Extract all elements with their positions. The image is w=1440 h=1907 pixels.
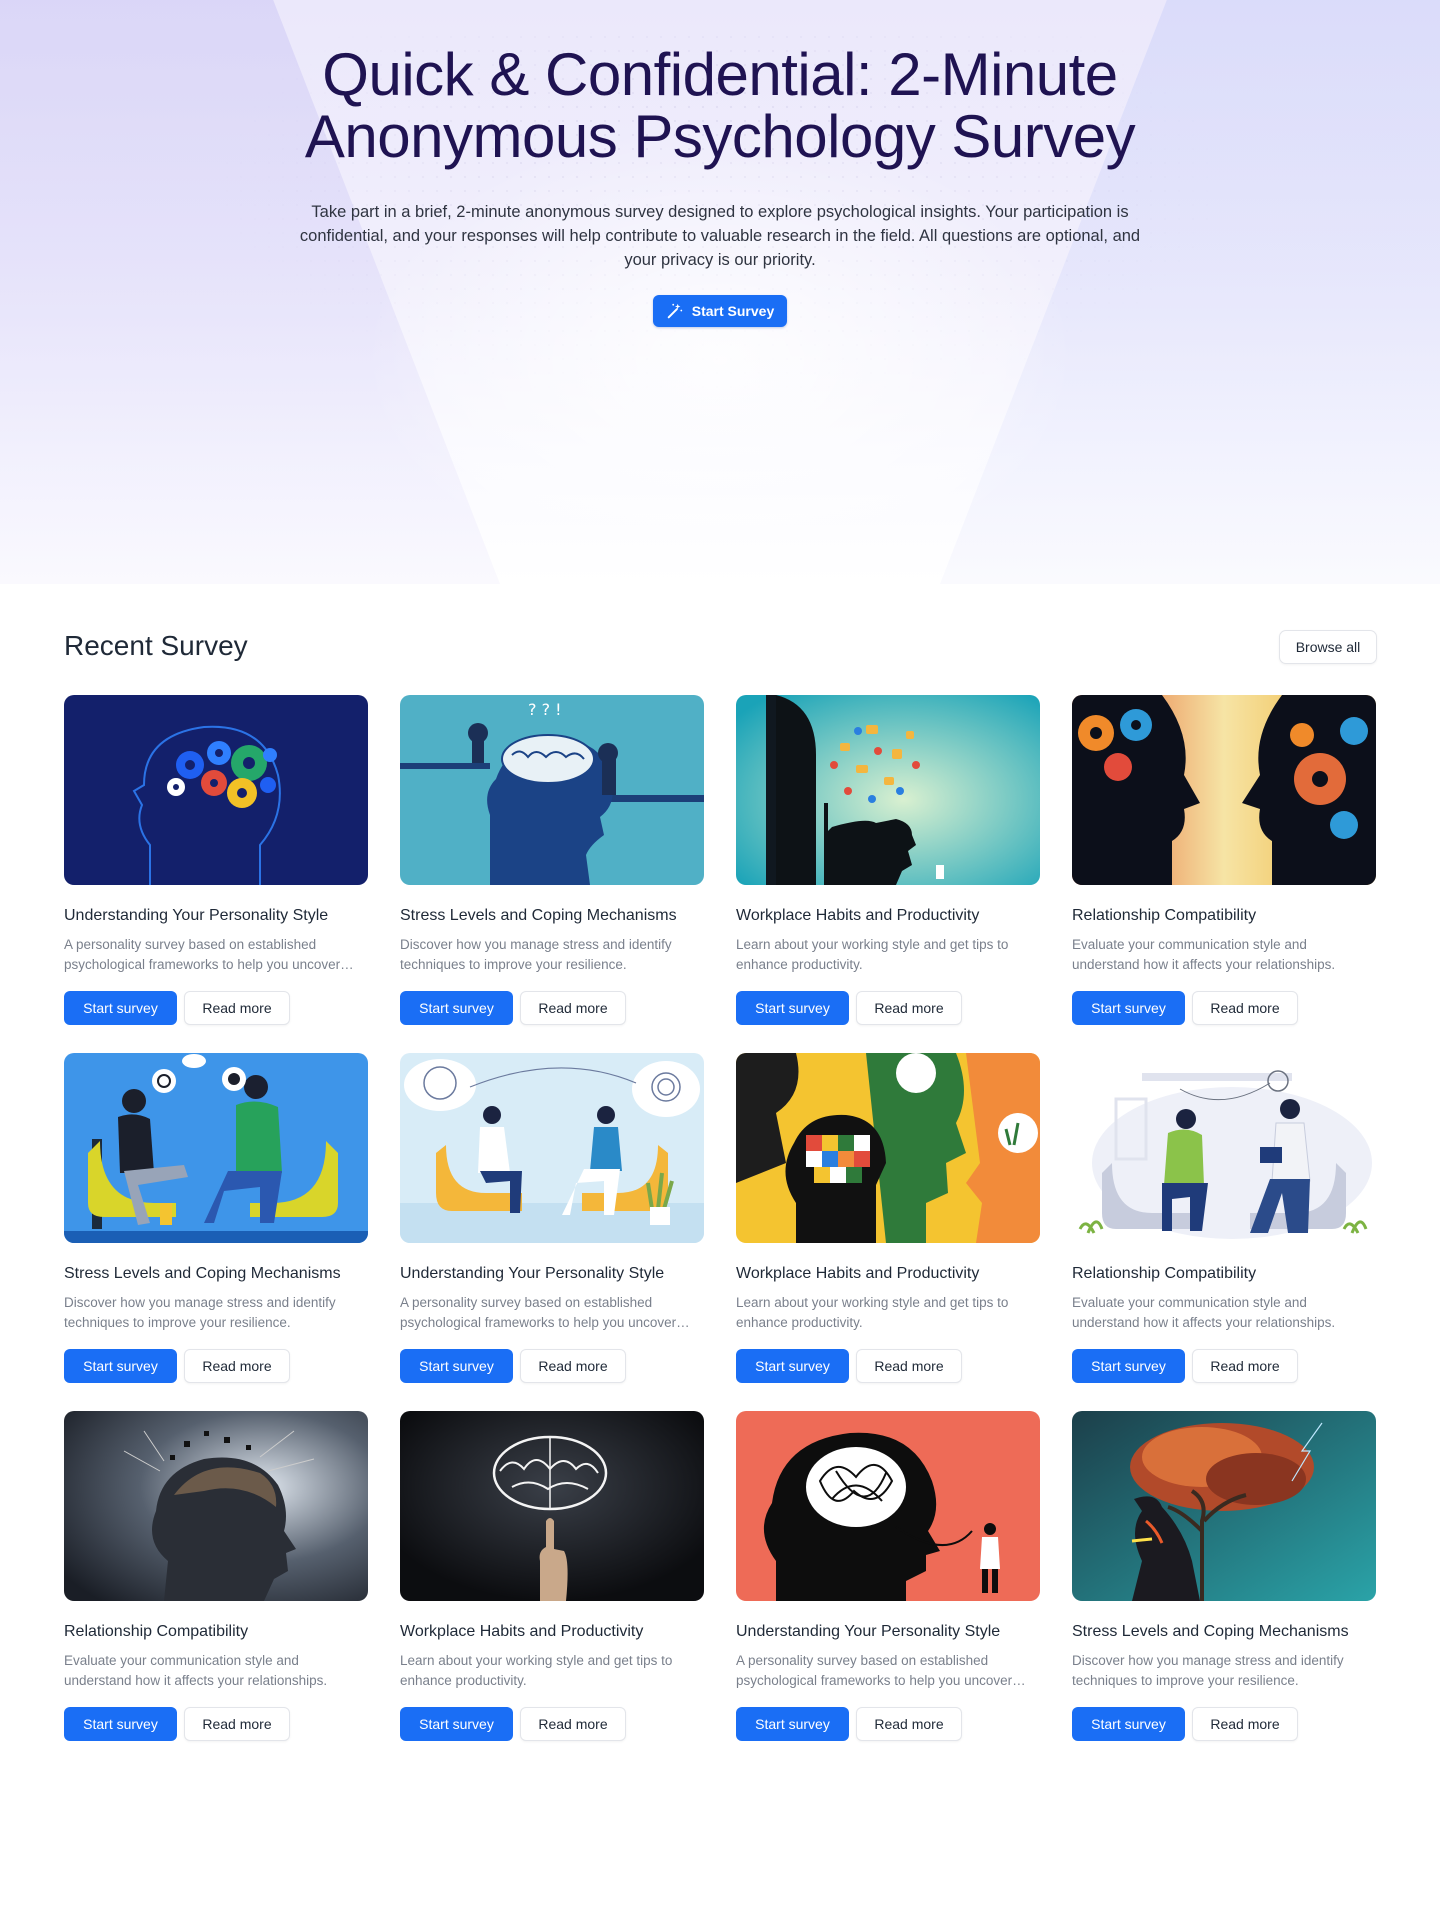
- survey-card: ? ? ! Stress Levels and Coping Mechanism…: [400, 695, 704, 1053]
- survey-title: Stress Levels and Coping Mechanisms: [400, 907, 677, 924]
- svg-text:? ? !: ? ? !: [528, 700, 562, 719]
- read-more-button[interactable]: Read more: [1192, 991, 1298, 1025]
- start-survey-card-button[interactable]: Start survey: [64, 991, 177, 1025]
- read-more-button[interactable]: Read more: [520, 991, 626, 1025]
- survey-description: Evaluate your communication style and un…: [64, 1653, 328, 1688]
- survey-title: Understanding Your Personality Style: [64, 907, 329, 924]
- start-survey-card-button[interactable]: Start survey: [1072, 991, 1185, 1025]
- survey-description: Discover how you manage stress and ident…: [64, 1295, 336, 1330]
- read-more-button[interactable]: Read more: [184, 991, 290, 1025]
- open-head-icons-illustration[interactable]: [736, 695, 1040, 885]
- survey-description: Discover how you manage stress and ident…: [400, 937, 672, 972]
- tangled-mind-illustration[interactable]: [736, 1411, 1040, 1601]
- hero-section: Quick & Confidential: 2-Minute Anonymous…: [0, 0, 1440, 584]
- start-survey-label: Start Survey: [691, 303, 775, 319]
- tree-head-illustration[interactable]: [1072, 1411, 1376, 1601]
- survey-title: Stress Levels and Coping Mechanisms: [64, 1265, 341, 1282]
- hero-title: Quick & Confidential: 2-Minute Anonymous…: [304, 41, 1136, 170]
- start-survey-card-button[interactable]: Start survey: [400, 991, 513, 1025]
- survey-description: Learn about your working style and get t…: [400, 1653, 673, 1688]
- brain-explorers-illustration[interactable]: ? ? !: [400, 695, 704, 885]
- start-survey-button[interactable]: Start Survey: [653, 295, 787, 327]
- survey-card: Understanding Your Personality Style A p…: [64, 695, 368, 1053]
- start-survey-card-button[interactable]: Start survey: [736, 991, 849, 1025]
- survey-card: Relationship Compatibility Evaluate your…: [64, 1411, 368, 1769]
- survey-card: Understanding Your Personality Style A p…: [400, 1053, 704, 1411]
- read-more-button[interactable]: Read more: [184, 1707, 290, 1741]
- survey-title: Workplace Habits and Productivity: [400, 1623, 644, 1640]
- survey-description: A personality survey based on establishe…: [400, 1295, 677, 1330]
- survey-card: Understanding Your Personality Style A p…: [736, 1411, 1040, 1769]
- read-more-button[interactable]: Read more: [520, 1349, 626, 1383]
- survey-description: Discover how you manage stress and ident…: [1072, 1653, 1344, 1688]
- hero-glow: [360, 120, 1080, 584]
- start-survey-card-button[interactable]: Start survey: [64, 1349, 177, 1383]
- start-survey-card-button[interactable]: Start survey: [1072, 1349, 1185, 1383]
- hero-subtitle: Take part in a brief, 2-minute anonymous…: [299, 203, 1141, 269]
- start-survey-card-button[interactable]: Start survey: [736, 1349, 849, 1383]
- survey-card: Stress Levels and Coping Mechanisms Disc…: [1072, 1411, 1376, 1769]
- survey-description: Learn about your working style and get t…: [736, 1295, 1009, 1330]
- read-more-button[interactable]: Read more: [520, 1707, 626, 1741]
- start-survey-card-button[interactable]: Start survey: [400, 1349, 513, 1383]
- survey-card: Workplace Habits and Productivity Learn …: [736, 695, 1040, 1053]
- read-more-button[interactable]: Read more: [856, 991, 962, 1025]
- read-more-button[interactable]: Read more: [184, 1349, 290, 1383]
- survey-title: Workplace Habits and Productivity: [736, 1265, 980, 1282]
- therapist-notes-illustration[interactable]: [1072, 1053, 1376, 1243]
- survey-title: Stress Levels and Coping Mechanisms: [1072, 1623, 1349, 1640]
- survey-card: Workplace Habits and Productivity Learn …: [736, 1053, 1040, 1411]
- two-faces-gears-illustration[interactable]: [1072, 695, 1376, 885]
- survey-card: Stress Levels and Coping Mechanisms Disc…: [64, 1053, 368, 1411]
- start-survey-card-button[interactable]: Start survey: [64, 1707, 177, 1741]
- survey-card: Workplace Habits and Productivity Learn …: [400, 1411, 704, 1769]
- survey-title: Understanding Your Personality Style: [736, 1623, 1001, 1640]
- survey-title: Relationship Compatibility: [1072, 907, 1257, 924]
- browse-all-button[interactable]: Browse all: [1279, 630, 1377, 664]
- survey-description: Evaluate your communication style and un…: [1072, 1295, 1336, 1330]
- survey-title: Workplace Habits and Productivity: [736, 907, 980, 924]
- survey-description: A personality survey based on establishe…: [64, 937, 341, 972]
- start-survey-card-button[interactable]: Start survey: [400, 1707, 513, 1741]
- glowing-brain-illustration[interactable]: [400, 1411, 704, 1601]
- survey-description: A personality survey based on establishe…: [736, 1653, 1013, 1688]
- survey-title: Relationship Compatibility: [64, 1623, 249, 1640]
- puzzle-heads-illustration[interactable]: [736, 1053, 1040, 1243]
- survey-title: Understanding Your Personality Style: [400, 1265, 665, 1282]
- gears-head-illustration[interactable]: [64, 695, 368, 885]
- start-survey-card-button[interactable]: Start survey: [736, 1707, 849, 1741]
- read-more-button[interactable]: Read more: [1192, 1707, 1298, 1741]
- read-more-button[interactable]: Read more: [856, 1707, 962, 1741]
- survey-description: Learn about your working style and get t…: [736, 937, 1009, 972]
- survey-grid: Understanding Your Personality Style A p…: [64, 695, 1376, 1769]
- survey-title: Relationship Compatibility: [1072, 1265, 1257, 1282]
- storm-head-illustration[interactable]: [64, 1411, 368, 1601]
- counseling-session-illustration[interactable]: [400, 1053, 704, 1243]
- start-survey-card-button[interactable]: Start survey: [1072, 1707, 1185, 1741]
- read-more-button[interactable]: Read more: [856, 1349, 962, 1383]
- survey-card: Relationship Compatibility Evaluate your…: [1072, 1053, 1376, 1411]
- read-more-button[interactable]: Read more: [1192, 1349, 1298, 1383]
- survey-description: Evaluate your communication style and un…: [1072, 937, 1336, 972]
- magic-wand-icon: [667, 303, 682, 319]
- section-title: Recent Survey: [64, 630, 248, 661]
- survey-card: Relationship Compatibility Evaluate your…: [1072, 695, 1376, 1053]
- therapy-chat-illustration[interactable]: [64, 1053, 368, 1243]
